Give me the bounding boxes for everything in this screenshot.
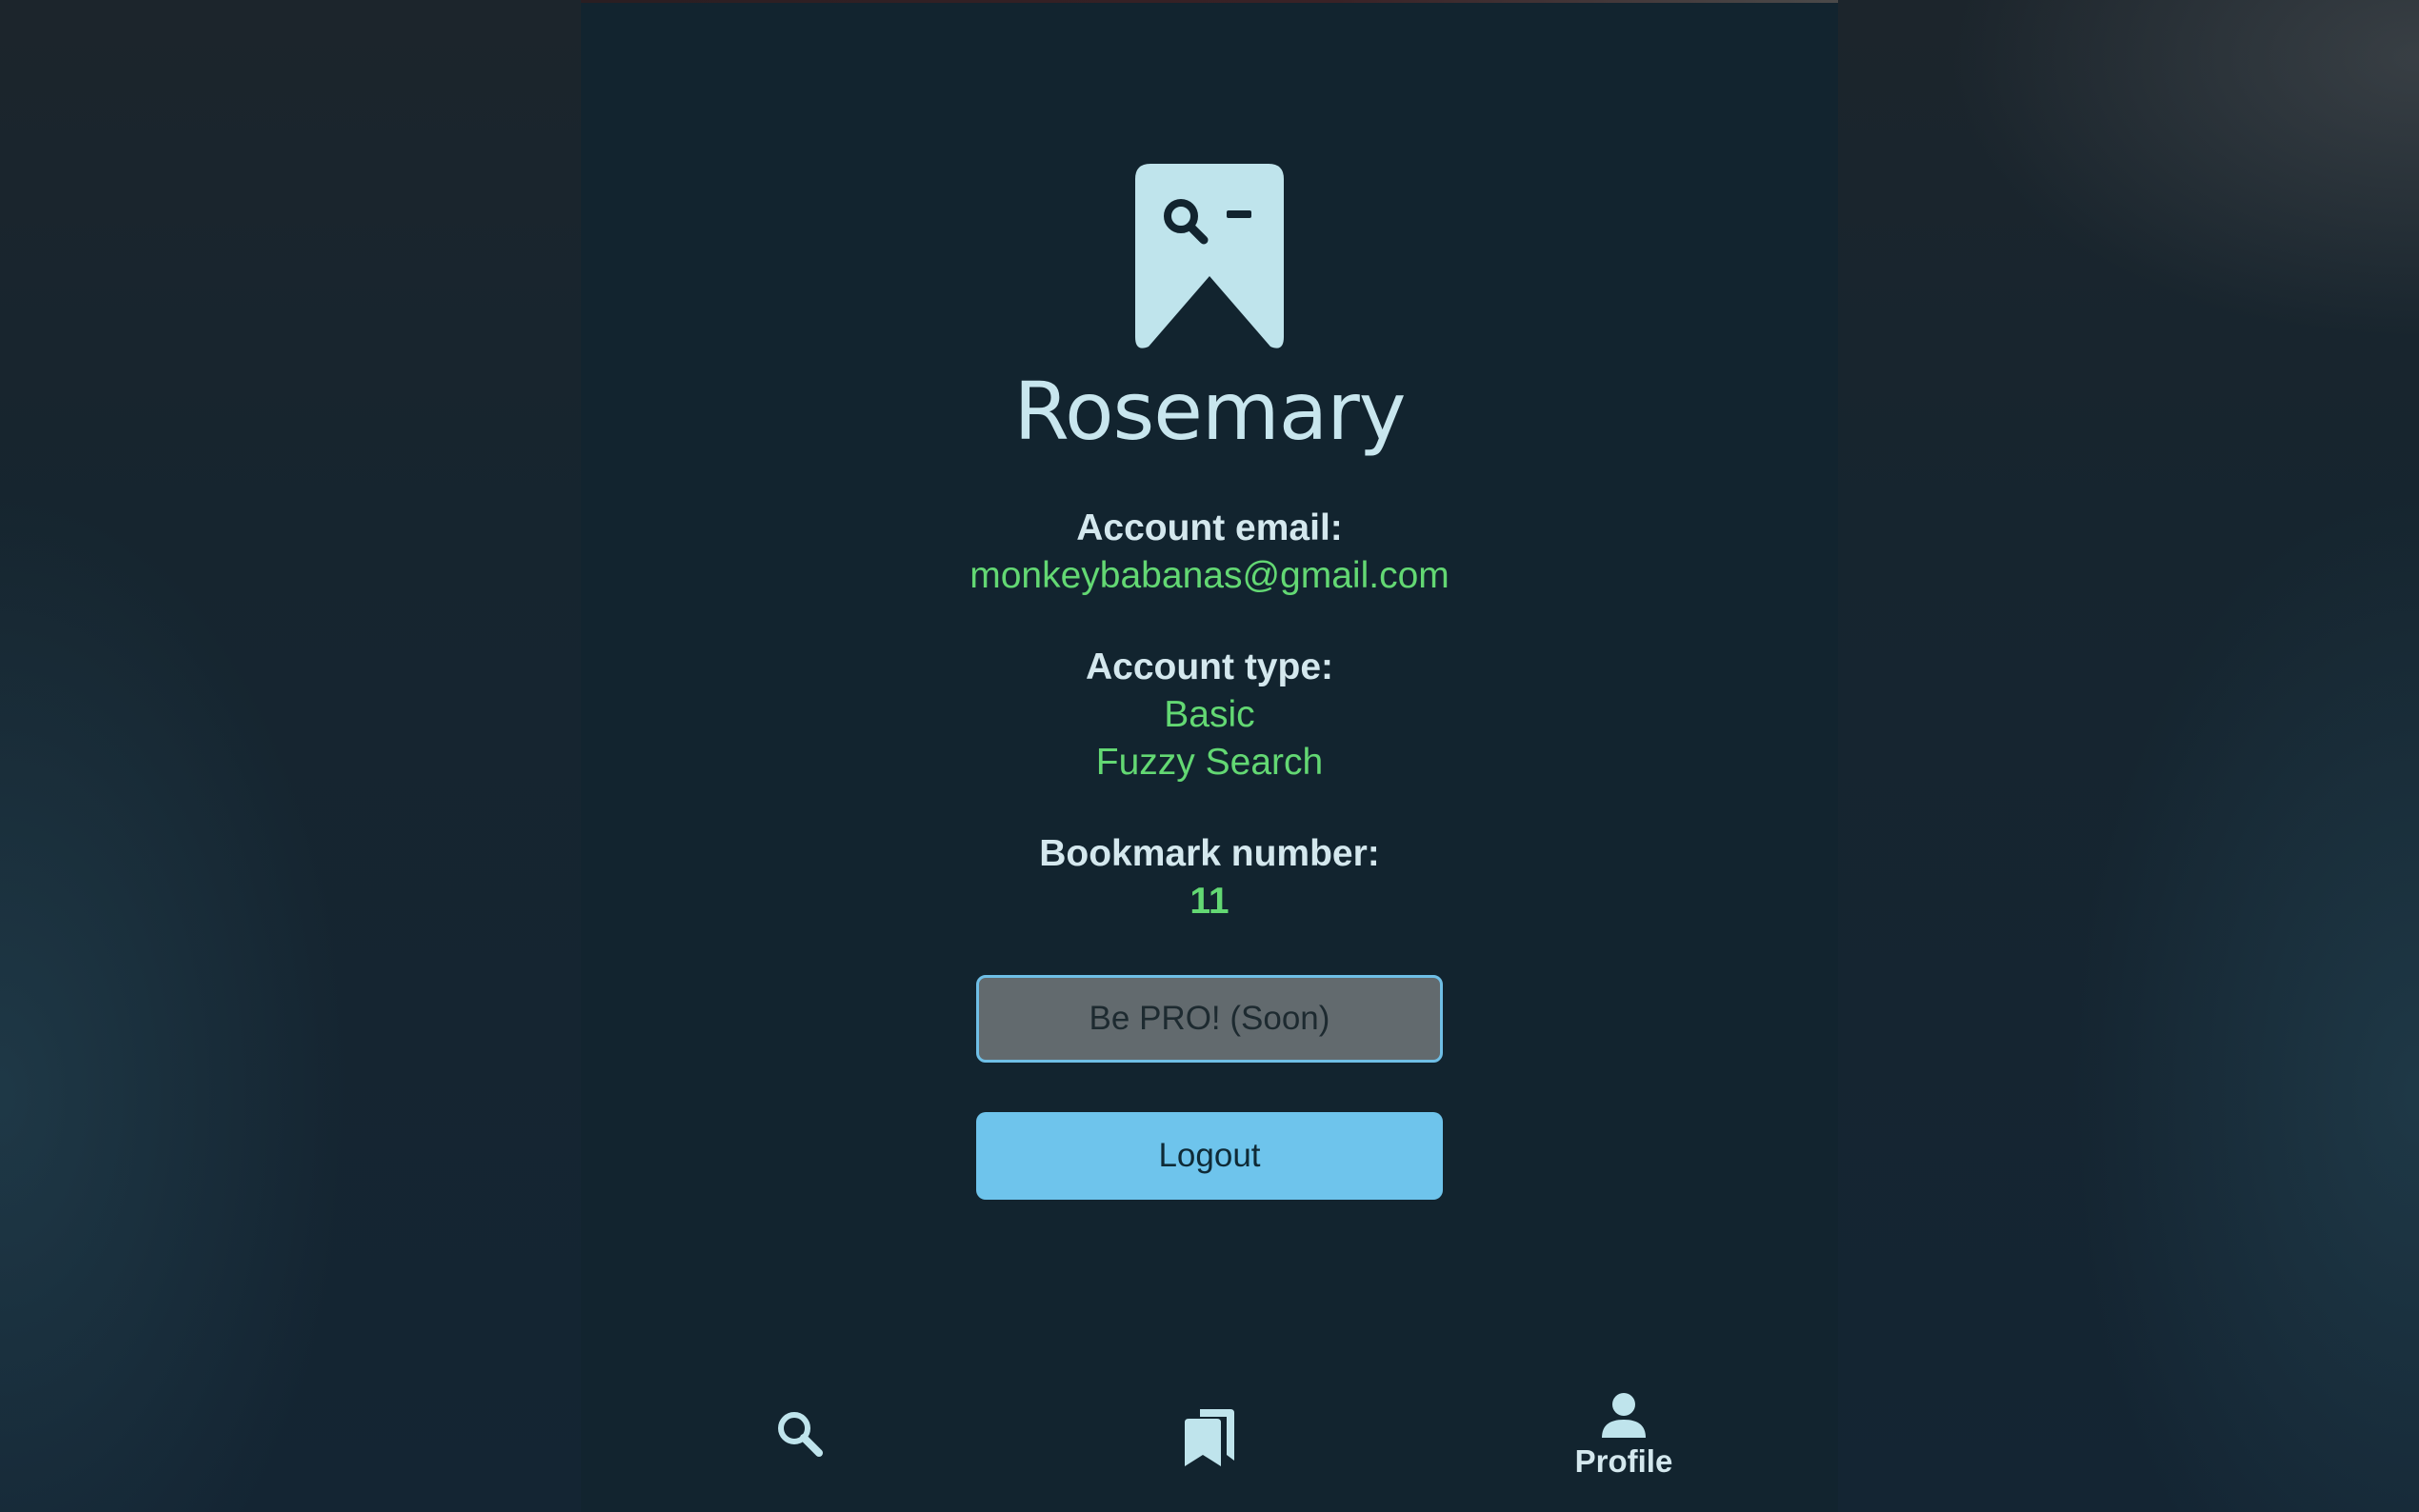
- bookmarks-icon: [1185, 1409, 1234, 1466]
- email-value: monkeybabanas@gmail.com: [970, 555, 1449, 596]
- account-type-value: Basic: [1164, 694, 1255, 735]
- profile-content: Rosemary Account email: monkeybabanas@gm…: [581, 0, 1838, 1200]
- search-icon: [778, 1412, 823, 1457]
- bottom-nav: Profile: [581, 1371, 1838, 1512]
- bookmark-count-label: Bookmark number:: [1039, 833, 1380, 874]
- app-panel: Rosemary Account email: monkeybabanas@gm…: [581, 0, 1838, 1512]
- bookmark-count-value: 11: [1190, 881, 1229, 922]
- email-label: Account email:: [1076, 507, 1343, 548]
- bookmark-search-logo-icon: [1135, 164, 1284, 348]
- logout-button[interactable]: Logout: [976, 1112, 1443, 1200]
- nav-profile-label: Profile: [1574, 1443, 1673, 1479]
- app-title: Rosemary: [1013, 365, 1407, 458]
- account-type-label: Account type:: [1085, 647, 1333, 687]
- account-feature-value: Fuzzy Search: [1095, 742, 1324, 783]
- nav-search[interactable]: [743, 1409, 857, 1459]
- account-type-section: Account type: Basic Fuzzy Search: [1086, 644, 1333, 786]
- bookmark-count-section: Bookmark number: 11: [1039, 830, 1380, 925]
- person-icon: [1602, 1393, 1646, 1438]
- be-pro-button[interactable]: Be PRO! (Soon): [976, 975, 1443, 1063]
- nav-profile[interactable]: Profile: [1552, 1392, 1695, 1480]
- email-section: Account email: monkeybabanas@gmail.com: [970, 505, 1449, 600]
- nav-bookmarks[interactable]: [1152, 1407, 1267, 1468]
